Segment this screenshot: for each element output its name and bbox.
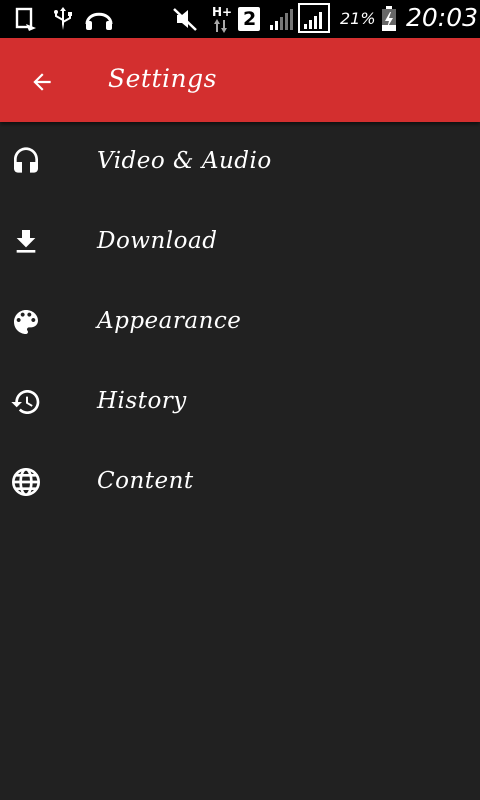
page-title: Settings [108, 64, 217, 93]
arrow-left-icon [33, 73, 51, 91]
signal-strength-sim2-icon [298, 3, 330, 33]
palette-icon [14, 310, 38, 334]
menu-item-label: Download [97, 228, 218, 254]
status-bar: H+ 2 21% 20:03 [0, 0, 480, 38]
history-icon [11, 390, 40, 414]
globe-icon [12, 468, 40, 496]
back-button[interactable] [18, 58, 64, 104]
sim-slot-number: 2 [243, 8, 257, 30]
clock-time: 20:03 [406, 3, 479, 32]
menu-item-download[interactable]: Download [0, 202, 480, 282]
sim-slot-badge: 2 [238, 7, 260, 31]
signal-strength-icon [270, 9, 293, 30]
document-notification-icon [15, 7, 36, 31]
app-bar: Settings [0, 38, 480, 122]
battery-charging-icon [382, 6, 396, 31]
network-type: H+ [212, 5, 233, 19]
settings-menu: Video & Audio Download Appearance Histor… [0, 122, 480, 522]
battery-percent: 21% [340, 9, 376, 28]
menu-item-label: Video & Audio [97, 148, 272, 174]
menu-item-content[interactable]: Content [0, 442, 480, 522]
menu-item-video-audio[interactable]: Video & Audio [0, 122, 480, 202]
headset-icon [85, 12, 113, 30]
mute-icon [173, 8, 197, 31]
data-arrows-icon [214, 19, 227, 33]
headphones-icon [14, 147, 38, 173]
usb-icon [54, 7, 72, 30]
menu-item-history[interactable]: History [0, 362, 480, 442]
download-icon [16, 230, 36, 253]
menu-item-label: Content [97, 468, 194, 494]
menu-item-appearance[interactable]: Appearance [0, 282, 480, 362]
menu-item-label: Appearance [97, 308, 242, 334]
menu-item-label: History [97, 388, 187, 414]
